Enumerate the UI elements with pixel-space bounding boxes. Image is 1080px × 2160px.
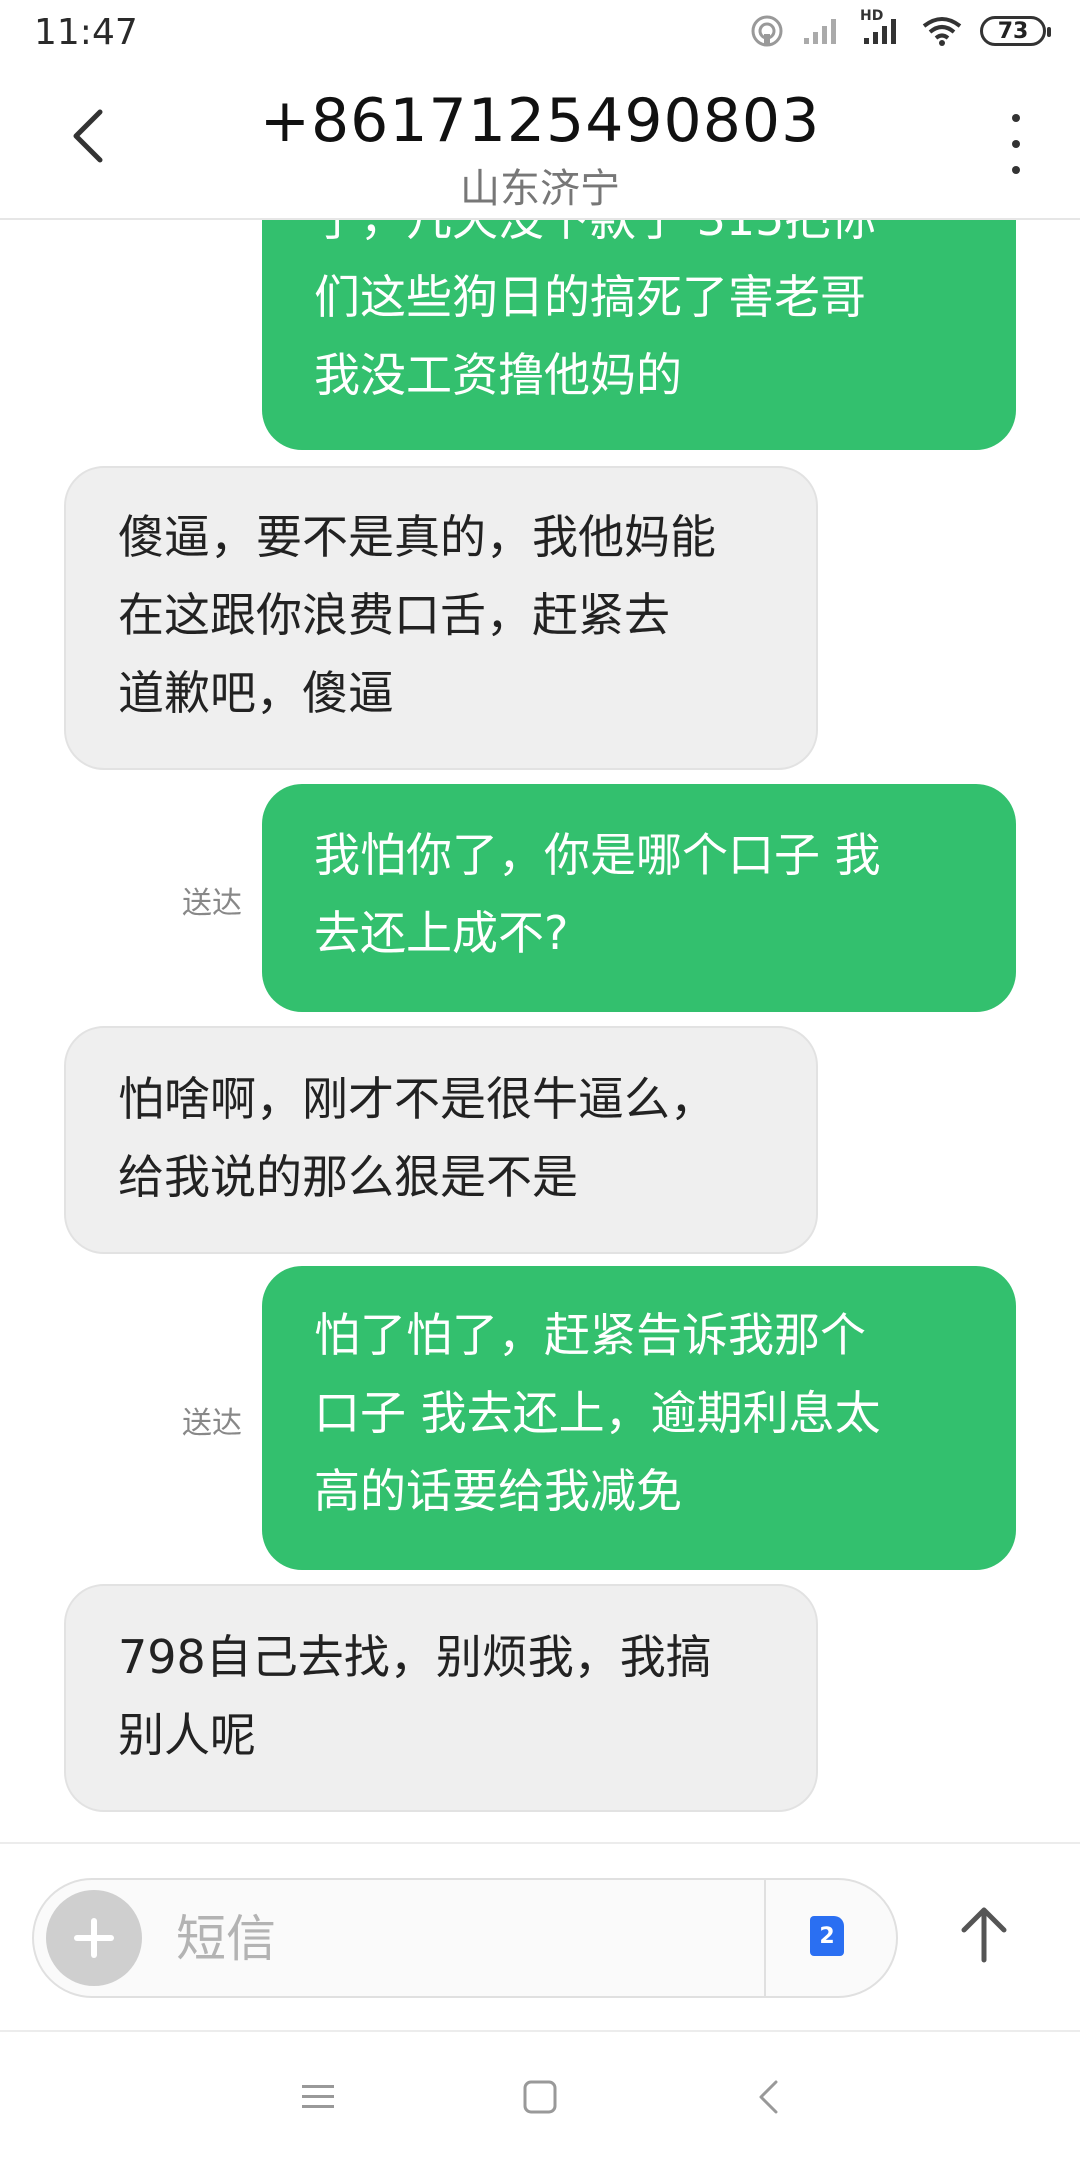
message-line: 我怕你了，你是哪个口子 我 — [314, 828, 881, 882]
message-bubble-outgoing[interactable]: 怕了怕了，赶紧告诉我那个 口子 我去还上，逾期利息太 高的话要给我减免 — [262, 1266, 1016, 1570]
message-line: 我没工资撸他妈的 — [314, 348, 682, 402]
more-options-button[interactable] — [996, 114, 1036, 174]
plus-icon — [74, 1918, 114, 1958]
wifi-icon — [922, 16, 962, 46]
battery-indicator: 73 — [980, 16, 1051, 46]
menu-icon — [302, 2085, 334, 2108]
message-input[interactable] — [174, 1902, 738, 1976]
message-line: 别人呢 — [118, 1708, 256, 1762]
hd-signal-icon: HD — [860, 8, 904, 46]
nav-home-button[interactable] — [510, 2072, 570, 2122]
send-button[interactable] — [948, 1894, 1020, 1974]
back-triangle-icon — [759, 2080, 778, 2114]
compose-divider — [764, 1880, 766, 1996]
delivery-status: 送达 — [182, 886, 242, 921]
message-list[interactable]: 了，几天没下款了 315把你 们这些狗日的搞死了害老哥 我没工资撸他妈的 傻逼，… — [0, 220, 1080, 1842]
contact-location: 山东济宁 — [460, 166, 620, 212]
conversation-header: +8617125490803 山东济宁 — [0, 66, 1080, 220]
nav-back-button[interactable] — [738, 2072, 798, 2122]
message-line: 在这跟你浪费口舌，赶紧去 — [118, 588, 670, 642]
status-icons: HD 73 — [750, 8, 1051, 48]
hd-label: HD — [860, 8, 884, 24]
message-line: 傻逼，要不是真的，我他妈能 — [118, 510, 716, 564]
system-navigation-bar — [0, 2030, 1080, 2160]
compose-area: 2 — [0, 1842, 1080, 2030]
message-line: 道歉吧，傻逼 — [118, 666, 394, 720]
message-line: 798自己去找，别烦我，我搞 — [118, 1630, 712, 1684]
message-bubble-incoming[interactable]: 傻逼，要不是真的，我他妈能 在这跟你浪费口舌，赶紧去 道歉吧，傻逼 — [64, 466, 818, 770]
home-square-icon — [523, 2080, 557, 2114]
message-line: 怕了怕了，赶紧告诉我那个 — [314, 1308, 866, 1362]
nav-menu-button[interactable] — [288, 2072, 348, 2122]
compose-box: 2 — [32, 1878, 898, 1998]
more-vertical-icon — [1012, 114, 1020, 122]
message-bubble-incoming[interactable]: 怕啥啊，刚才不是很牛逼么， 给我说的那么狠是不是 — [64, 1026, 818, 1254]
message-line: 了，几天没下款了 315把你 — [314, 220, 964, 258]
signal-icon — [802, 16, 842, 46]
status-bar: 11:47 HD 73 — [0, 0, 1080, 66]
message-line: 口子 我去还上，逾期利息太 — [314, 1386, 881, 1440]
message-line: 们这些狗日的搞死了害老哥 — [314, 270, 866, 324]
message-bubble-outgoing[interactable]: 了，几天没下款了 315把你 们这些狗日的搞死了害老哥 我没工资撸他妈的 — [262, 220, 1016, 450]
arrow-up-icon — [961, 1907, 1007, 1963]
message-bubble-outgoing[interactable]: 我怕你了，你是哪个口子 我 去还上成不? — [262, 784, 1016, 1012]
contact-number: +8617125490803 — [259, 86, 821, 156]
message-line: 高的话要给我减免 — [314, 1464, 682, 1518]
message-bubble-incoming[interactable]: 798自己去找，别烦我，我搞 别人呢 — [64, 1584, 818, 1812]
message-line: 去还上成不? — [314, 906, 569, 960]
message-line: 怕啥啊，刚才不是很牛逼么， — [118, 1072, 716, 1126]
sms-conversation-screen: 11:47 HD 73 +8617125490803 山东济宁 们这些狗日的搞死… — [0, 0, 1080, 2160]
status-time: 11:47 — [34, 12, 138, 53]
add-attachment-button[interactable] — [46, 1890, 142, 1986]
delivery-status: 送达 — [182, 1406, 242, 1441]
hotspot-icon — [750, 14, 784, 48]
message-line: 给我说的那么狠是不是 — [118, 1150, 578, 1204]
sim-card-selector[interactable]: 2 — [810, 1916, 844, 1956]
